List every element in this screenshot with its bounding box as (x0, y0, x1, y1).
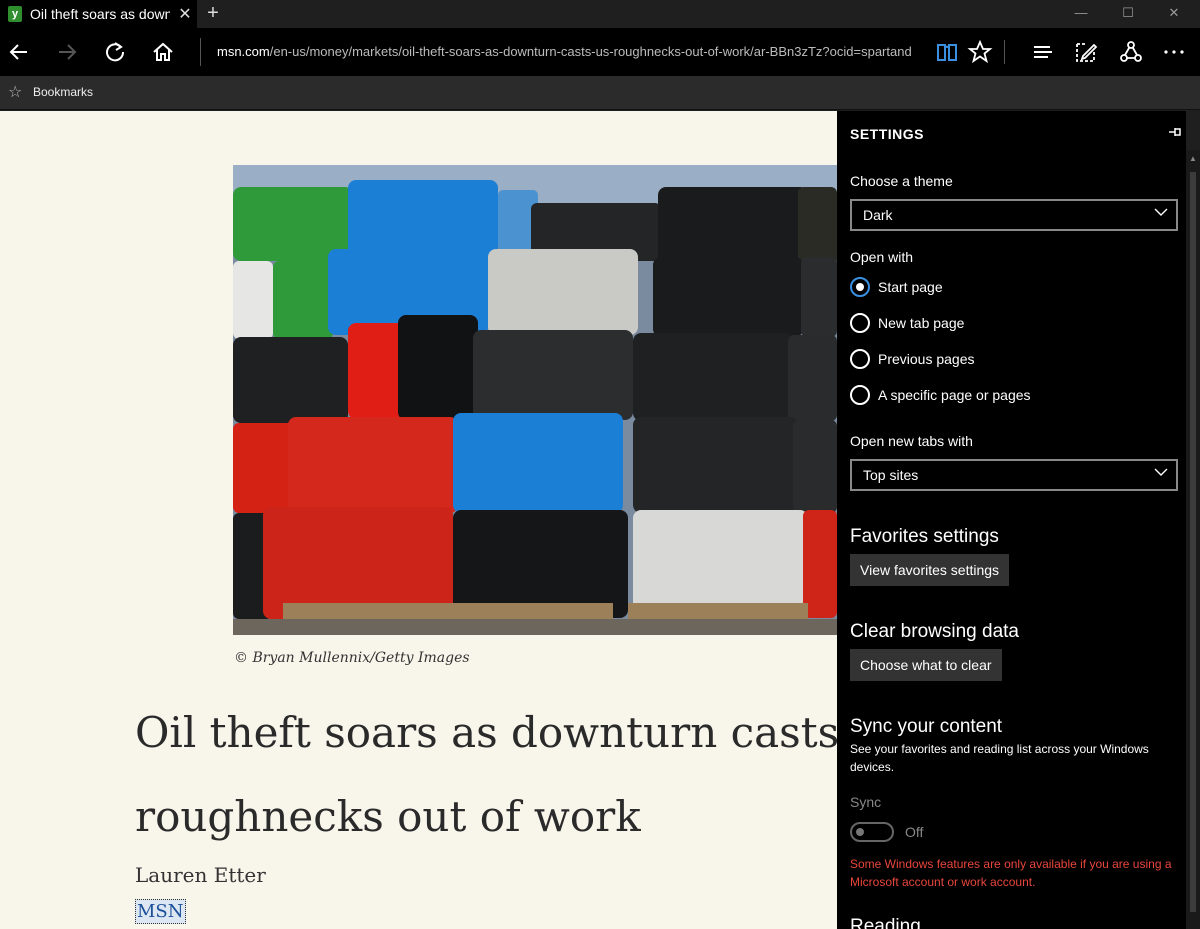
radio-start-page[interactable]: Start page (850, 276, 943, 298)
hub-icon[interactable] (1029, 38, 1057, 66)
radio-specific-page[interactable]: A specific page or pages (850, 384, 1031, 406)
bookmarks-folder[interactable]: Bookmarks (33, 85, 93, 99)
favorites-heading: Favorites settings (850, 526, 999, 547)
radio-new-tab-page[interactable]: New tab page (850, 312, 964, 334)
settings-title: SETTINGS (850, 126, 925, 142)
title-bar: y Oil theft soars as downt ✕ + — ☐ ✕ (0, 0, 1200, 28)
new-tabs-dropdown[interactable]: Top sites (850, 459, 1178, 491)
sync-description: See your favorites and reading list acro… (850, 742, 1149, 774)
maximize-button[interactable]: ☐ (1105, 0, 1151, 28)
url-path: /en-us/money/markets/oil-theft-soars-as-… (269, 44, 912, 59)
theme-label: Choose a theme (850, 173, 953, 189)
sync-toggle[interactable] (850, 822, 894, 842)
radio-selected-icon (850, 277, 870, 297)
view-favorites-settings-button[interactable]: View favorites settings (850, 554, 1010, 586)
radio-label: A specific page or pages (878, 387, 1031, 403)
favorites-bar: ☆ Bookmarks (0, 76, 1200, 110)
address-bar[interactable]: msn.com/en-us/money/markets/oil-theft-so… (200, 38, 925, 66)
home-icon[interactable] (149, 38, 177, 66)
radio-unselected-icon (850, 349, 870, 369)
article-author: Lauren Etter (135, 863, 266, 887)
scroll-up-icon[interactable]: ▲ (1189, 154, 1197, 163)
favorite-star-icon[interactable] (966, 38, 994, 66)
bookmarks-star-icon: ☆ (8, 84, 23, 101)
browser-window: y Oil theft soars as downt ✕ + — ☐ ✕ msn… (0, 0, 1200, 929)
chevron-down-icon (1154, 205, 1168, 222)
article-photo (233, 165, 837, 635)
new-tab-button[interactable]: + (202, 2, 224, 24)
toolbar-divider (1004, 40, 1005, 64)
site-favicon-icon: y (8, 6, 22, 22)
radio-label: Start page (878, 279, 943, 295)
close-window-button[interactable]: ✕ (1151, 0, 1197, 28)
clear-data-heading: Clear browsing data (850, 621, 1019, 642)
minimize-button[interactable]: — (1058, 0, 1104, 28)
open-with-label: Open with (850, 249, 914, 265)
radio-previous-pages[interactable]: Previous pages (850, 348, 975, 370)
chevron-down-icon (1154, 465, 1168, 482)
navigation-bar: msn.com/en-us/money/markets/oil-theft-so… (0, 28, 1200, 76)
pin-icon[interactable] (1167, 124, 1183, 143)
toggle-knob (856, 828, 864, 836)
url-text[interactable]: msn.com/en-us/money/markets/oil-theft-so… (217, 44, 922, 59)
settings-panel: SETTINGS Choose a theme Dark Open with S… (837, 111, 1186, 929)
forward-arrow-icon[interactable] (53, 38, 81, 66)
settings-scrollbar[interactable]: ▲ (1186, 150, 1200, 929)
sync-state: Off (905, 824, 924, 840)
sync-heading: Sync your content (850, 716, 1003, 737)
sync-label: Sync (850, 794, 882, 810)
radio-label: Previous pages (878, 351, 975, 367)
url-domain: msn.com (217, 44, 270, 59)
scroll-thumb[interactable] (1190, 172, 1196, 912)
new-tabs-label: Open new tabs with (850, 433, 973, 449)
article-page: © Bryan Mullennix/Getty Images Oil theft… (0, 111, 837, 929)
radio-label: New tab page (878, 315, 965, 331)
share-icon[interactable] (1117, 38, 1145, 66)
more-options-icon[interactable] (1160, 38, 1188, 66)
close-tab-icon[interactable]: ✕ (178, 4, 192, 24)
article-headline: Oil theft soars as downturn casts U.S. r… (135, 708, 837, 841)
photo-caption: © Bryan Mullennix/Getty Images (234, 650, 470, 666)
back-arrow-icon[interactable] (5, 38, 33, 66)
new-tabs-value: Top sites (863, 467, 919, 483)
radio-unselected-icon (850, 385, 870, 405)
theme-dropdown[interactable]: Dark (850, 199, 1178, 231)
tab-title: Oil theft soars as downt (30, 6, 170, 22)
radio-unselected-icon (850, 313, 870, 333)
active-tab[interactable]: y Oil theft soars as downt ✕ (0, 0, 197, 28)
web-note-icon[interactable] (1072, 38, 1100, 66)
reading-view-icon[interactable] (933, 38, 961, 66)
choose-what-to-clear-button[interactable]: Choose what to clear (850, 649, 1002, 681)
sync-warning: Some Windows features are only available… (850, 857, 1172, 889)
reading-heading: Reading (850, 916, 921, 929)
refresh-icon[interactable] (101, 38, 129, 66)
article-source-link[interactable]: MSN (135, 899, 186, 924)
theme-value: Dark (863, 207, 893, 223)
